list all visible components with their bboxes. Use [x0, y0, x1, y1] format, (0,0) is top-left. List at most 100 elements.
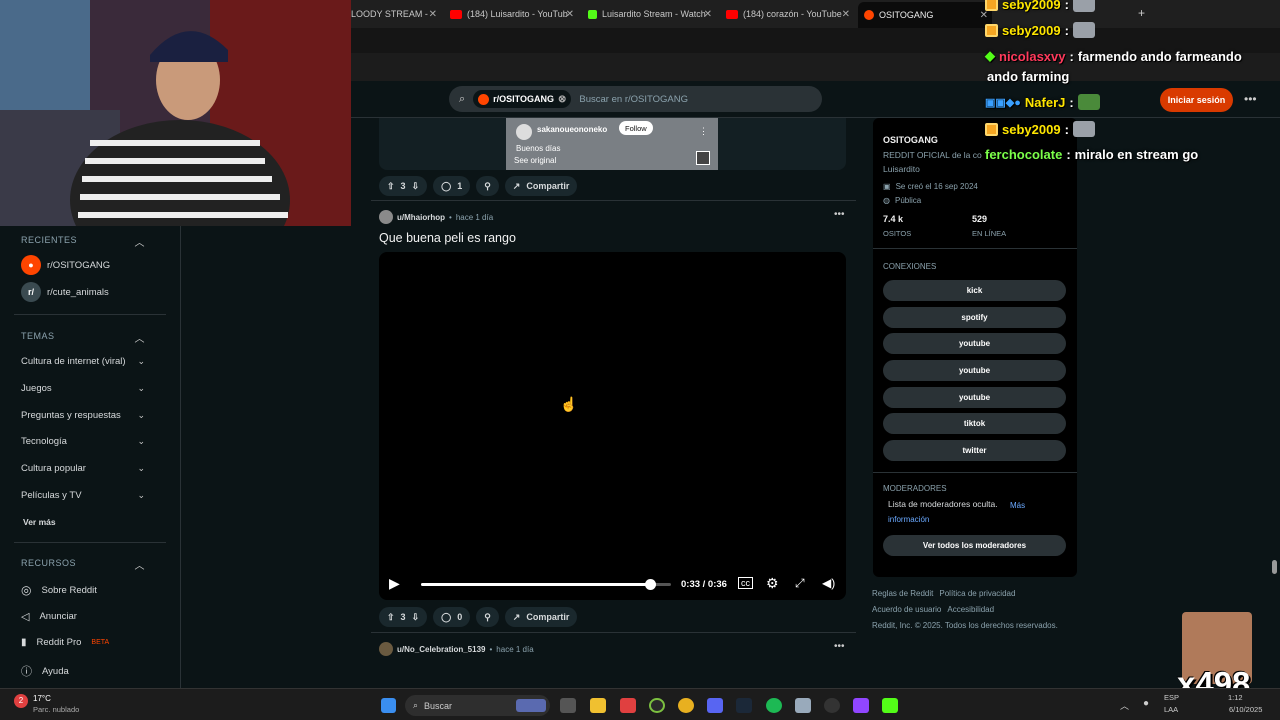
search-input[interactable]: ⌕ r/OSITOGANG ⊗ Buscar en r/OSITOGANG — [449, 86, 822, 112]
task-view-icon[interactable] — [560, 698, 576, 713]
file-explorer-icon[interactable] — [590, 698, 606, 713]
video-player[interactable] — [379, 252, 846, 600]
discord-icon[interactable] — [707, 698, 723, 713]
sidebar-item-cultura-popular[interactable]: Cultura popular ⌄ — [21, 463, 145, 474]
vote-control[interactable]: ⇧ 3 ⇩ — [379, 176, 428, 196]
settings-gear-icon[interactable]: ⚙ — [766, 575, 779, 592]
search-community-chip[interactable]: r/OSITOGANG ⊗ — [473, 90, 572, 108]
fullscreen-icon[interactable]: ⤢ — [795, 576, 805, 591]
weather-temp[interactable]: 17°C — [33, 694, 51, 703]
sidebar-item-ayuda[interactable]: ⓘ Ayuda — [21, 663, 145, 679]
share-button[interactable]: ↗ Compartir — [504, 176, 578, 196]
taskbar-search[interactable]: ⌕ Buscar — [405, 695, 550, 716]
sidebar-item-cultura-internet[interactable]: Cultura de internet (viral) ⌄ — [21, 356, 145, 367]
sidebar-item-peliculas[interactable]: Películas y TV ⌄ — [21, 490, 145, 501]
share-button[interactable]: ↗ Compartir — [504, 607, 578, 627]
vote-count: 3 — [400, 181, 406, 191]
post-author[interactable]: u/No_Celebration_5139 — [397, 645, 485, 654]
post-author[interactable]: u/Mhaiorhop — [397, 213, 445, 222]
play-icon[interactable]: ▶ — [389, 575, 400, 592]
close-icon[interactable]: ✕ — [566, 9, 574, 20]
browser-tab[interactable]: (184) corazón - YouTube ✕ — [720, 4, 854, 24]
footer-link[interactable]: Accesibilidad — [947, 605, 994, 614]
chat-separator: : — [1064, 0, 1069, 12]
close-icon[interactable]: ⊗ — [558, 94, 566, 105]
sidebar-item-cute-animals[interactable]: r/r/cute_animals — [21, 282, 145, 302]
browser-tab[interactable]: LOODY STREAM - ✕ — [345, 4, 441, 24]
close-icon[interactable]: ✕ — [842, 9, 850, 20]
footer-link[interactable]: Reglas de Reddit — [872, 589, 933, 598]
footer-link[interactable]: Acuerdo de usuario — [872, 605, 941, 614]
connection-youtube[interactable]: youtube — [883, 333, 1066, 354]
comments-button[interactable]: ◯ 0 — [433, 607, 471, 627]
recursos-header[interactable]: RECURSOS ︿ — [21, 558, 145, 572]
language-indicator[interactable]: ESP — [1164, 693, 1179, 702]
volume-icon[interactable]: ◀) — [822, 576, 835, 590]
sidebar-item-juegos[interactable]: Juegos ⌄ — [21, 383, 145, 394]
more-options-icon[interactable]: ••• — [834, 641, 845, 652]
embedded-post[interactable]: sakanoueononeko Follow ⋮ Buenos días See… — [506, 118, 718, 170]
weather-alert-icon[interactable]: 2 — [14, 694, 28, 708]
see-original-link[interactable]: See original — [514, 156, 556, 165]
more-options-icon[interactable]: ⋮ — [699, 126, 708, 137]
vote-control[interactable]: ⇧ 3 ⇩ — [379, 607, 428, 627]
temas-header[interactable]: TEMAS ︿ — [21, 331, 145, 345]
moderators-info-link[interactable]: Más información — [888, 499, 1058, 527]
sidebar-item-tecnologia[interactable]: Tecnología ⌄ — [21, 436, 145, 447]
twitch-icon[interactable] — [853, 698, 869, 713]
connection-twitter[interactable]: twitter — [883, 440, 1066, 461]
subreddit-icon: r/ — [21, 282, 41, 302]
connection-spotify[interactable]: spotify — [883, 307, 1066, 328]
beta-badge: BETA — [91, 639, 110, 646]
post-title[interactable]: Que buena peli es rango — [379, 231, 516, 245]
connection-youtube[interactable]: youtube — [883, 360, 1066, 381]
chrome-icon[interactable] — [678, 698, 694, 713]
close-icon[interactable]: ✕ — [704, 9, 712, 20]
connection-tiktok[interactable]: tiktok — [883, 413, 1066, 434]
sidebar-item-ositogang[interactable]: ● r/OSITOGANG — [21, 255, 145, 275]
kick-icon[interactable] — [882, 698, 898, 713]
award-button[interactable]: ⚲ — [476, 176, 499, 196]
steam-icon[interactable] — [736, 698, 752, 713]
browser-tab-active[interactable]: OSITOGANG ✕ — [858, 2, 992, 28]
browser-tab[interactable]: (184) Luisardito - YouTub ✕ — [444, 4, 578, 24]
windows-start-icon[interactable] — [381, 698, 396, 713]
scrollbar-thumb[interactable] — [1272, 560, 1277, 574]
recientes-header[interactable]: RECIENTES ︿ — [21, 235, 145, 249]
ver-mas-button[interactable]: Ver más — [23, 517, 147, 527]
more-options-icon[interactable]: ••• — [834, 209, 845, 220]
footer-link[interactable]: Política de privacidad — [939, 589, 1015, 598]
chat-text: farmendo ando farmeando — [1077, 48, 1242, 64]
sidebar-item-reddit-pro[interactable]: ▮ Reddit Pro BETA — [21, 637, 145, 648]
video-progress-bar[interactable] — [421, 579, 671, 590]
close-icon[interactable]: ✕ — [429, 9, 437, 20]
chat-separator: : — [1069, 94, 1074, 110]
sidebar-item-sobre-reddit[interactable]: ◎ Sobre Reddit — [21, 583, 145, 597]
sidebar-item-preguntas[interactable]: Preguntas y respuestas ⌄ — [21, 410, 145, 421]
connection-youtube[interactable]: youtube — [883, 387, 1066, 408]
obs-icon[interactable] — [824, 698, 840, 713]
comments-button[interactable]: ◯ 1 — [433, 176, 471, 196]
upvote-icon[interactable]: ⇧ — [387, 612, 395, 623]
members-count: 7.4 k — [883, 214, 904, 224]
chat-message: seby2009: — [985, 0, 1095, 12]
browser-tab[interactable]: Luisardito Stream - Watch ✕ — [582, 4, 716, 24]
sidebar-item-anunciar[interactable]: ◁ Anunciar — [21, 610, 145, 623]
view-moderators-button[interactable]: Ver todos los moderadores — [883, 535, 1066, 556]
downvote-icon[interactable]: ⇩ — [412, 612, 420, 623]
chevron-up-icon[interactable]: ︿ — [1120, 699, 1129, 712]
app-icon[interactable] — [620, 698, 636, 713]
clock-time[interactable]: 1:12 — [1228, 693, 1243, 702]
microphone-icon[interactable]: ● — [1143, 698, 1149, 709]
connection-kick[interactable]: kick — [883, 280, 1066, 301]
award-button[interactable]: ⚲ — [476, 607, 499, 627]
bar-chart-icon: ▮ — [21, 637, 27, 648]
captions-icon[interactable]: cc — [738, 577, 753, 589]
notepad-icon[interactable] — [795, 698, 811, 713]
xbox-icon[interactable] — [649, 698, 665, 713]
downvote-icon[interactable]: ⇩ — [412, 181, 420, 192]
spotify-icon[interactable] — [766, 698, 782, 713]
created-date: Se creó el 16 sep 2024 — [895, 182, 978, 191]
follow-button[interactable]: Follow — [619, 121, 653, 135]
upvote-icon[interactable]: ⇧ — [387, 181, 395, 192]
